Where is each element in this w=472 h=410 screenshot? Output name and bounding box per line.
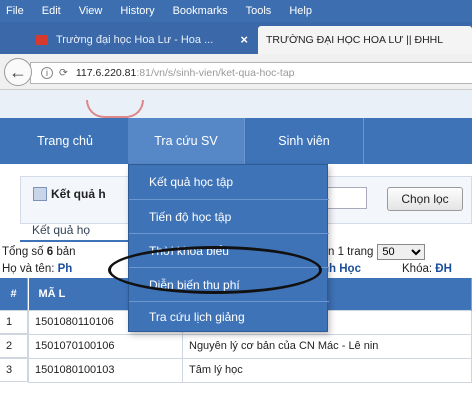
- course-info: Khóa: ĐH: [402, 263, 452, 275]
- table-row: 1501070100106 Nguyên lý cơ bản của CN Má…: [28, 333, 472, 359]
- summary-suffix: bản: [56, 246, 76, 258]
- cell-subject: Tâm lý học: [182, 357, 472, 383]
- browser-navigation-bar: i ⟳ 117.6.220.81 :81/vn/s/sinh-vien/ket-…: [0, 54, 472, 90]
- url-host: 117.6.220.81: [75, 67, 137, 79]
- browser-tab-strip: Trường đại học Hoa Lư - Hoa ... × TRƯỜNG…: [0, 22, 472, 54]
- dropdown-item-teaching-schedule[interactable]: Tra cứu lịch giảng: [129, 302, 329, 332]
- course-label: Khóa:: [402, 263, 433, 275]
- student-name: Ph: [57, 263, 73, 275]
- site-info-icon[interactable]: i: [41, 67, 53, 79]
- cell-code: 1501080100103: [28, 357, 183, 383]
- cell-subject: Nguyên lý cơ bản của CN Mác - Lê nin: [182, 333, 472, 359]
- nav-item-home[interactable]: Trang chủ: [0, 118, 128, 164]
- dropdown-item-study-progress[interactable]: Tiến độ học tập: [129, 200, 329, 234]
- browser-menu-bar: File Edit View History Bookmarks Tools H…: [0, 0, 472, 22]
- nav-item-student[interactable]: Sinh viên: [244, 118, 364, 164]
- name-label: Họ và tên:: [2, 263, 55, 275]
- summary-prefix: Tổng số: [2, 246, 44, 258]
- back-button[interactable]: ←: [4, 58, 32, 86]
- cell-code: 1501070100106: [28, 333, 183, 359]
- table-header-index: #: [0, 278, 28, 310]
- row-number: 1: [0, 310, 28, 334]
- menu-help[interactable]: Help: [289, 5, 312, 17]
- per-page-control: n 1 trang 50: [328, 244, 426, 260]
- tab-title: TRƯỜNG ĐẠI HỌC HOA LƯ || ĐHHL: [266, 34, 444, 46]
- record-count: 6: [46, 246, 54, 258]
- site-logo: [86, 100, 144, 118]
- course-value: ĐH: [435, 263, 452, 275]
- browser-tab-inactive[interactable]: Trường đại học Hoa Lư - Hoa ... ×: [28, 27, 256, 53]
- nav-item-student-lookup[interactable]: Tra cứu SV: [128, 118, 244, 164]
- site-header-strip: [0, 90, 472, 118]
- tab-results[interactable]: Kết quả họ: [20, 220, 138, 242]
- per-page-select[interactable]: 50: [377, 244, 426, 260]
- menu-file[interactable]: File: [6, 5, 24, 17]
- close-tab-icon[interactable]: ×: [240, 32, 248, 47]
- address-bar[interactable]: i ⟳ 117.6.220.81 :81/vn/s/sinh-vien/ket-…: [30, 62, 472, 84]
- menu-bookmarks[interactable]: Bookmarks: [173, 5, 228, 17]
- results-icon: [33, 187, 47, 201]
- panel-title-text: Kết quả h: [51, 187, 106, 201]
- filter-button[interactable]: Chọn lọc: [387, 187, 463, 211]
- dropdown-item-academic-results[interactable]: Kết quả học tập: [129, 165, 329, 199]
- site-nav-bar: Trang chủ Tra cứu SV Sinh viên: [0, 118, 472, 164]
- table-row: 1501080100103 Tâm lý học: [28, 357, 472, 383]
- back-arrow-icon: ←: [9, 61, 27, 82]
- highlight-ellipse: [108, 246, 322, 294]
- menu-edit[interactable]: Edit: [42, 5, 61, 17]
- reload-icon[interactable]: ⟳: [59, 67, 68, 79]
- site-favicon-icon: [36, 35, 48, 45]
- panel-title: Kết quả h: [33, 187, 106, 201]
- menu-tools[interactable]: Tools: [246, 5, 272, 17]
- per-page-label: n 1 trang: [328, 246, 374, 258]
- menu-view[interactable]: View: [79, 5, 103, 17]
- browser-tab-active[interactable]: TRƯỜNG ĐẠI HỌC HOA LƯ || ĐHHL: [258, 26, 472, 54]
- row-number: 3: [0, 358, 28, 382]
- menu-history[interactable]: History: [120, 5, 154, 17]
- tab-title: Trường đại học Hoa Lư - Hoa ...: [56, 34, 214, 46]
- row-number: 2: [0, 334, 28, 358]
- url-path: :81/vn/s/sinh-vien/ket-qua-hoc-tap: [136, 67, 295, 79]
